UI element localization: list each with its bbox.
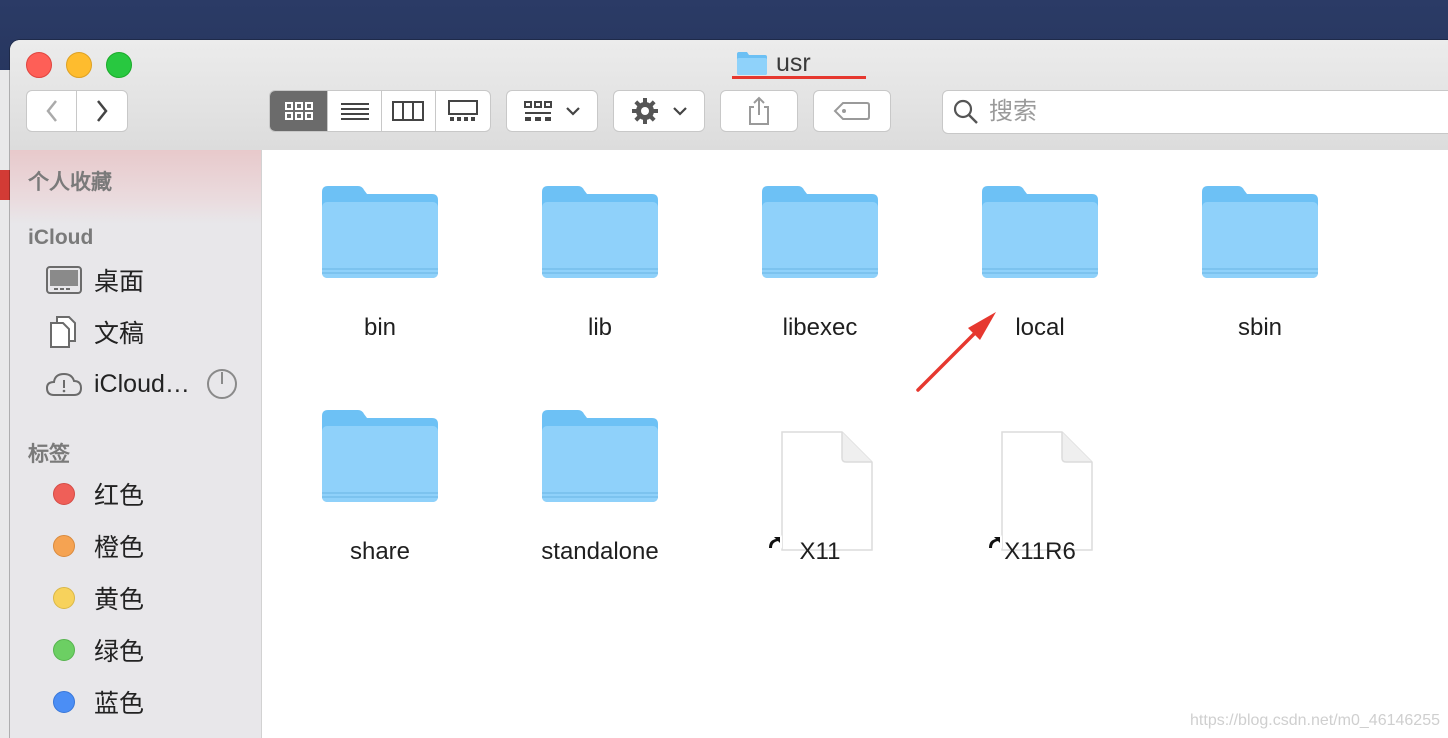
file-name: share	[349, 538, 411, 565]
file-name: bin	[363, 314, 397, 341]
file-item-lib[interactable]: lib	[500, 176, 700, 376]
zoom-button[interactable]	[106, 52, 132, 78]
watermark: https://blog.csdn.net/m0_46146255	[1190, 712, 1440, 729]
icloud-heading[interactable]: iCloud	[28, 226, 93, 250]
sync-progress-icon	[206, 368, 238, 400]
file-name: X11R6	[1004, 538, 1076, 565]
chevron-left-icon	[45, 100, 57, 122]
folder-icon	[762, 186, 878, 278]
file-item-libexec[interactable]: libexec	[720, 176, 920, 376]
file-item-local[interactable]: local	[940, 176, 1140, 376]
folder-icon	[542, 410, 658, 502]
file-name: libexec	[782, 314, 858, 341]
sidebar-item-label: 橙色	[94, 534, 145, 562]
sidebar: 个人收藏 iCloud 桌面 文稿 iCloud… 标签 红色 橙色 黄色 绿色…	[10, 150, 262, 738]
forward-button[interactable]	[77, 91, 127, 131]
tags-heading[interactable]: 标签	[28, 438, 70, 468]
gear-icon	[632, 98, 658, 124]
chevron-down-icon	[673, 107, 687, 116]
file-name: lib	[587, 314, 612, 341]
folder-icon	[1202, 186, 1318, 278]
sidebar-item-label: 蓝色	[94, 690, 145, 718]
column-view-button[interactable]	[382, 91, 436, 131]
sidebar-item-label: 绿色	[94, 638, 145, 666]
sidebar-tag-yellow[interactable]: 黄色	[44, 578, 144, 618]
navigation-group	[26, 90, 128, 132]
file-name: local	[1015, 314, 1065, 341]
columns-icon	[392, 101, 425, 121]
search-icon	[953, 99, 978, 124]
red-tag-icon	[53, 483, 75, 505]
folder-icon	[737, 52, 767, 75]
file-name: standalone	[541, 538, 659, 565]
file-item-share[interactable]: share	[280, 400, 480, 600]
tags-button[interactable]	[813, 90, 891, 132]
chevron-right-icon	[97, 100, 108, 122]
folder-icon	[322, 410, 438, 502]
file-item-x11[interactable]: X11	[720, 400, 920, 600]
view-mode-group	[269, 90, 491, 132]
sidebar-tag-orange[interactable]: 橙色	[44, 526, 144, 566]
folder-icon	[322, 186, 438, 278]
file-item-x11r6[interactable]: X11R6	[940, 400, 1140, 600]
sidebar-item-label: 桌面	[94, 268, 145, 296]
yellow-tag-icon	[53, 587, 75, 609]
group-button[interactable]	[506, 90, 598, 132]
sidebar-tag-red[interactable]: 红色	[44, 474, 144, 514]
gallery-icon	[447, 100, 478, 121]
group-grid-icon	[524, 101, 552, 121]
finder-window: usr 搜索 个人收藏 iCloud 桌面 文稿 iCloud… 标签 红色 橙…	[10, 40, 1448, 738]
share-button[interactable]	[720, 90, 798, 132]
title-underline-annotation	[732, 76, 866, 79]
minimize-button[interactable]	[66, 52, 92, 78]
back-button[interactable]	[27, 91, 78, 131]
green-tag-icon	[53, 639, 75, 661]
sidebar-tag-green[interactable]: 绿色	[44, 630, 144, 670]
file-item-standalone[interactable]: standalone	[500, 400, 700, 600]
sidebar-item-label: 红色	[94, 482, 145, 510]
sidebar-item-label: iCloud…	[94, 369, 190, 398]
folder-icon	[542, 186, 658, 278]
document-icon	[44, 315, 84, 349]
blue-tag-icon	[53, 691, 75, 713]
search-input[interactable]	[987, 97, 1391, 127]
file-item-bin[interactable]: bin	[280, 176, 480, 376]
file-grid: bin lib libexec local sbin share standal…	[262, 150, 1448, 738]
sidebar-item-icloud-drive[interactable]: iCloud…	[44, 364, 238, 404]
cloud-icon	[44, 370, 84, 398]
file-item-sbin[interactable]: sbin	[1160, 176, 1360, 376]
sidebar-tag-blue[interactable]: 蓝色	[44, 682, 144, 722]
list-icon	[340, 103, 369, 120]
desktop-icon	[44, 266, 84, 294]
toolbar: usr	[10, 40, 1448, 151]
window-title-text: usr	[776, 48, 811, 77]
sidebar-item-label: 文稿	[94, 320, 145, 348]
sidebar-item-desktop[interactable]: 桌面	[44, 260, 144, 300]
list-view-button[interactable]	[328, 91, 382, 131]
gallery-view-button[interactable]	[436, 91, 491, 131]
close-button[interactable]	[26, 52, 52, 78]
file-name: X11	[799, 538, 841, 565]
chevron-down-icon	[566, 107, 580, 116]
sidebar-item-label: 黄色	[94, 586, 145, 614]
icon-view-button[interactable]	[270, 91, 329, 131]
window-title: usr	[736, 46, 811, 80]
sidebar-item-documents[interactable]: 文稿	[44, 312, 144, 352]
file-name: sbin	[1237, 314, 1283, 341]
favorites-heading[interactable]: 个人收藏	[28, 166, 112, 196]
action-button[interactable]	[613, 90, 705, 132]
search-field[interactable]	[942, 90, 1448, 134]
icon-grid-icon	[284, 102, 313, 120]
folder-icon	[982, 186, 1098, 278]
tag-icon	[833, 102, 870, 120]
orange-tag-icon	[53, 535, 75, 557]
share-icon	[749, 96, 769, 125]
